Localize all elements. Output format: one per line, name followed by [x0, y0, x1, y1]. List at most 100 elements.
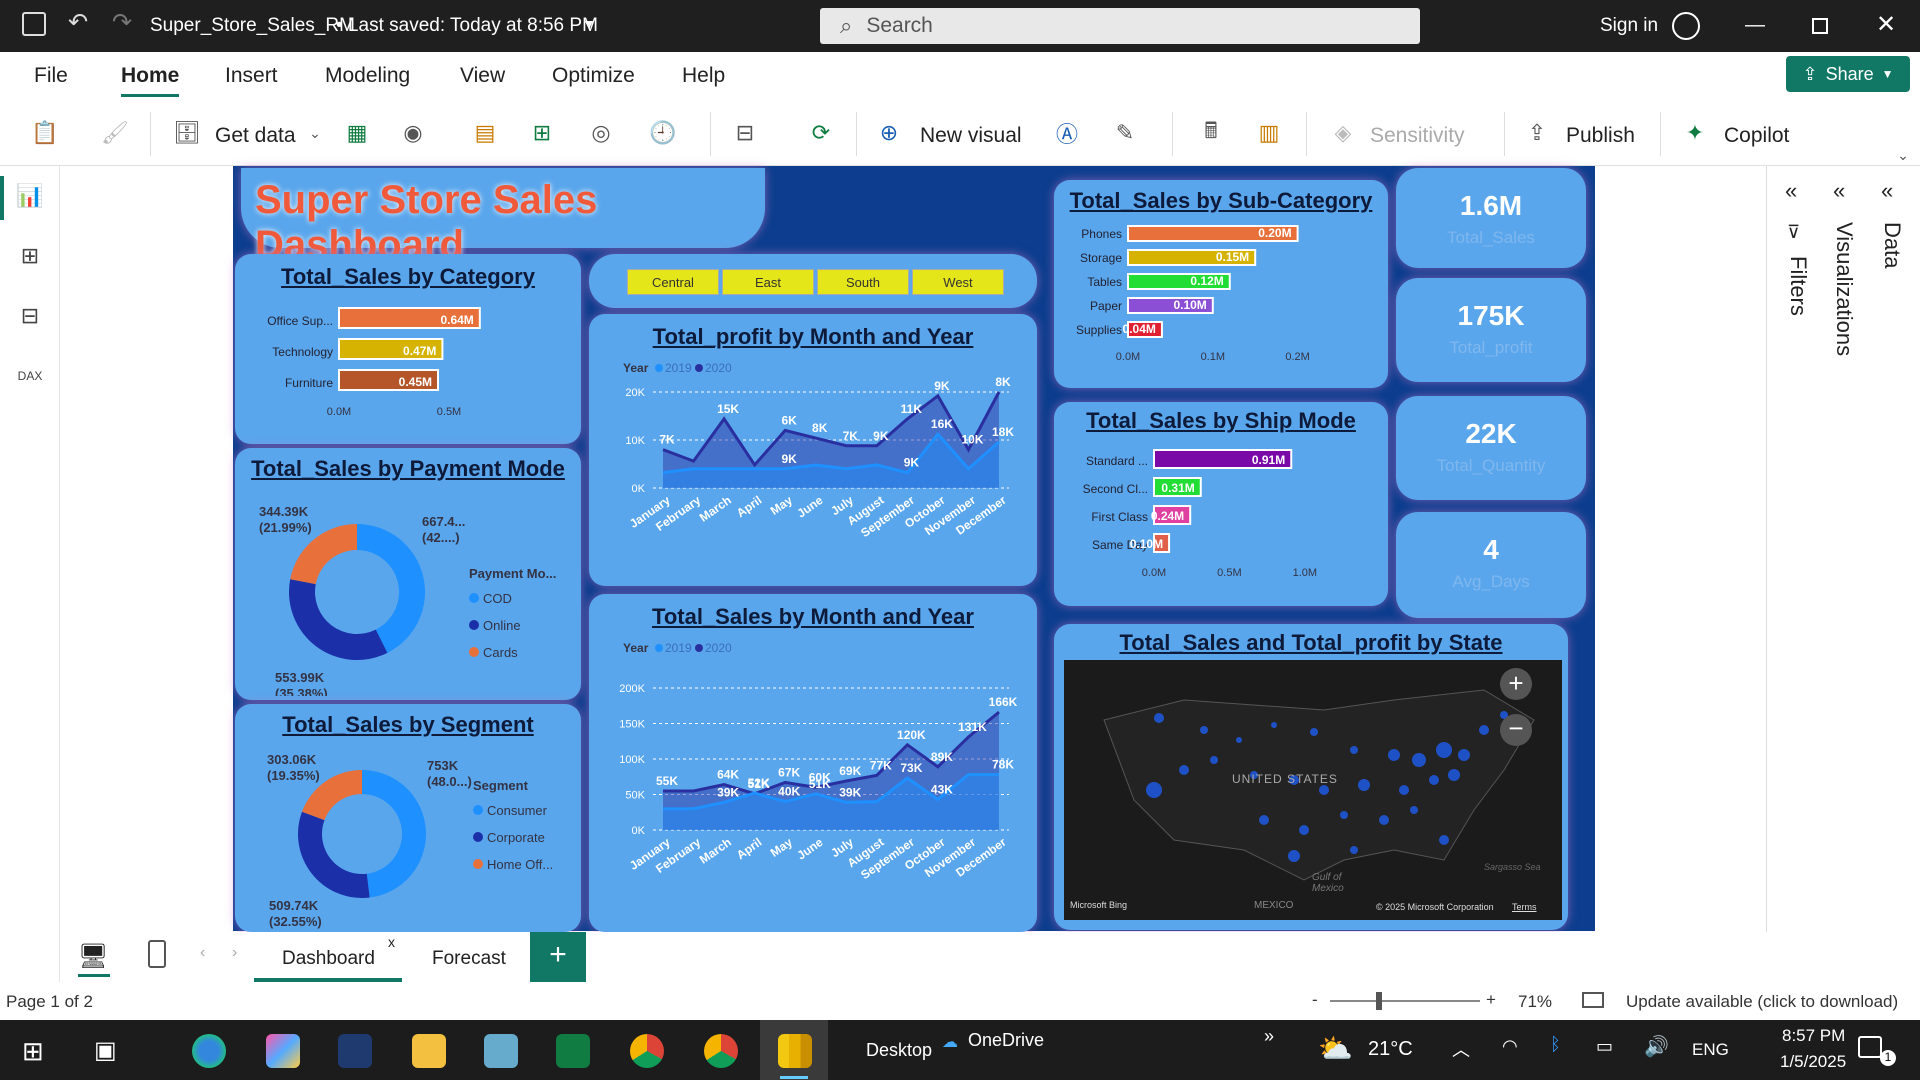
- menu-home[interactable]: Home: [121, 64, 180, 97]
- document-title[interactable]: Super_Store_Sales_RM: [150, 15, 355, 37]
- onelake-icon[interactable]: ◉: [398, 118, 428, 148]
- region-button-south[interactable]: South: [817, 269, 909, 295]
- volume-icon[interactable]: 🔊: [1644, 1034, 1669, 1059]
- new-visual-icon[interactable]: ⊕: [874, 118, 904, 148]
- maximize-icon[interactable]: [1812, 18, 1828, 34]
- excel-icon[interactable]: ▦: [342, 118, 372, 148]
- shipmode-chart-card[interactable]: Total_Sales by Ship Mode Standard ... 0.9…: [1054, 402, 1388, 606]
- zoom-thumb[interactable]: [1376, 992, 1382, 1010]
- task-view-icon[interactable]: ▣: [94, 1036, 117, 1065]
- quick-measure-icon[interactable]: ▥: [1254, 118, 1284, 148]
- search-input[interactable]: ⌕ Search: [820, 8, 1420, 44]
- more-visuals-icon[interactable]: ✎: [1110, 118, 1140, 148]
- payment-chart-card[interactable]: Total_Sales by Payment Mode 667.4... (42.…: [235, 448, 581, 700]
- save-icon[interactable]: [22, 12, 46, 36]
- region-button-central[interactable]: Central: [627, 269, 719, 295]
- tray-chevron-icon[interactable]: ︿: [1452, 1036, 1470, 1062]
- publish-icon[interactable]: ⇪: [1522, 118, 1552, 148]
- tab-dashboard[interactable]: Dashboard x: [254, 932, 402, 982]
- map-view[interactable]: UNITED STATES Gulf of Mexico MEXICO Sarg…: [1064, 660, 1562, 920]
- new-visual-button[interactable]: New visual: [920, 124, 1022, 148]
- data-pane-tab[interactable]: Data: [1879, 222, 1905, 268]
- language-indicator[interactable]: ENG: [1692, 1040, 1729, 1060]
- prev-page-icon[interactable]: ‹: [200, 944, 205, 962]
- dax-query-icon[interactable]: DAX: [16, 362, 44, 390]
- battery-icon[interactable]: ▭: [1596, 1036, 1613, 1057]
- undo-icon[interactable]: ↶: [68, 8, 88, 37]
- copilot-icon[interactable]: ✦: [1680, 118, 1710, 148]
- overflow-chevron-icon[interactable]: »: [1264, 1026, 1274, 1047]
- copilot-app-icon[interactable]: [266, 1034, 300, 1068]
- chevron-down-icon[interactable]: ⌄: [300, 118, 330, 148]
- chrome-icon[interactable]: [630, 1034, 664, 1068]
- close-icon[interactable]: ✕: [1876, 10, 1896, 39]
- zoom-out-icon[interactable]: -: [1312, 990, 1318, 1010]
- map-card[interactable]: Total_Sales and Total_profit by State UN…: [1054, 624, 1568, 930]
- category-chart-card[interactable]: Total_Sales by Category Office Sup... 0.6…: [235, 254, 581, 444]
- next-page-icon[interactable]: ›: [232, 944, 237, 962]
- mobile-layout-icon[interactable]: [148, 940, 166, 968]
- zoom-level[interactable]: 71%: [1518, 992, 1552, 1012]
- text-box-icon[interactable]: Ⓐ: [1052, 118, 1082, 148]
- zoom-in-button[interactable]: +: [1500, 668, 1532, 700]
- get-data-button[interactable]: Get data: [215, 124, 296, 148]
- menu-modeling[interactable]: Modeling: [325, 64, 410, 88]
- zoom-in-icon[interactable]: +: [1486, 990, 1496, 1010]
- windows-start-icon[interactable]: ⊞: [22, 1036, 44, 1067]
- report-view-icon[interactable]: 📊: [16, 182, 44, 210]
- region-button-west[interactable]: West: [912, 269, 1004, 295]
- desktop-toolbar[interactable]: Desktop: [866, 1040, 932, 1061]
- fit-to-page-icon[interactable]: [1582, 992, 1604, 1008]
- edge-icon[interactable]: [192, 1034, 226, 1068]
- file-explorer-icon[interactable]: [412, 1034, 446, 1068]
- powerbi-app-icon[interactable]: [778, 1034, 812, 1068]
- get-data-icon[interactable]: 🗄: [172, 118, 202, 148]
- refresh-icon[interactable]: ⟳: [806, 118, 836, 148]
- weather-temp[interactable]: 21°C: [1368, 1038, 1413, 1061]
- wifi-icon[interactable]: ◠: [1502, 1036, 1518, 1057]
- share-button[interactable]: ⇪ Share ▼: [1786, 56, 1910, 92]
- collapse-visualizations-icon[interactable]: «: [1833, 178, 1845, 204]
- notification-icon[interactable]: [1858, 1036, 1882, 1058]
- update-link[interactable]: Update available (click to download): [1626, 992, 1898, 1012]
- visualizations-pane-tab[interactable]: Visualizations: [1831, 222, 1857, 356]
- subcategory-chart-card[interactable]: Total_Sales by Sub-Category Phones 0.20M S…: [1054, 180, 1388, 388]
- publish-button[interactable]: Publish: [1566, 124, 1635, 148]
- dataverse-icon[interactable]: ▤: [470, 118, 500, 148]
- profit-chart-card[interactable]: Total_profit by Month and Year Year 2019 2…: [589, 314, 1037, 586]
- copilot-button[interactable]: Copilot: [1724, 124, 1789, 148]
- menu-help[interactable]: Help: [682, 64, 725, 88]
- transform-data-icon[interactable]: ⊟: [730, 118, 760, 148]
- dataflow-icon[interactable]: ◎: [586, 118, 616, 148]
- chrome-profile-icon[interactable]: [704, 1034, 738, 1068]
- region-button-east[interactable]: East: [722, 269, 814, 295]
- map-terms-link[interactable]: Terms: [1512, 902, 1537, 912]
- clock-date[interactable]: 1/5/2025: [1780, 1052, 1846, 1072]
- model-view-icon[interactable]: ⊟: [16, 302, 44, 330]
- sign-in-link[interactable]: Sign in: [1600, 15, 1658, 37]
- clock-time[interactable]: 8:57 PM: [1782, 1026, 1845, 1046]
- weather-icon[interactable]: ⛅: [1318, 1032, 1353, 1065]
- chevron-down-icon[interactable]: ▼: [582, 16, 596, 32]
- desktop-layout-icon[interactable]: 🖥: [78, 942, 108, 971]
- sales-chart-card[interactable]: Total_Sales by Month and Year Year 2019 20…: [589, 594, 1037, 932]
- notes-app-icon[interactable]: [484, 1034, 518, 1068]
- recent-sources-icon[interactable]: 🕘: [648, 118, 678, 148]
- menu-view[interactable]: View: [460, 64, 505, 88]
- menu-file[interactable]: File: [34, 64, 68, 88]
- segment-chart-card[interactable]: Total_Sales by Segment 753K (48.0...) 509.…: [235, 704, 581, 932]
- table-icon[interactable]: ⊞: [527, 118, 557, 148]
- menu-optimize[interactable]: Optimize: [552, 64, 635, 88]
- zoom-slider[interactable]: [1330, 992, 1480, 1010]
- zoom-out-button[interactable]: −: [1500, 714, 1532, 746]
- excel-app-icon[interactable]: [556, 1034, 590, 1068]
- minimize-icon[interactable]: —: [1745, 14, 1765, 37]
- tab-forecast[interactable]: Forecast: [406, 932, 524, 982]
- add-page-button[interactable]: +: [530, 932, 586, 982]
- new-measure-icon[interactable]: 🖩: [1196, 118, 1226, 148]
- filters-pane-tab[interactable]: Filters: [1785, 256, 1811, 316]
- account-icon[interactable]: [1672, 12, 1700, 40]
- bluetooth-icon[interactable]: ᛒ: [1550, 1034, 1561, 1055]
- menu-insert[interactable]: Insert: [225, 64, 278, 88]
- collapse-data-icon[interactable]: «: [1881, 178, 1893, 204]
